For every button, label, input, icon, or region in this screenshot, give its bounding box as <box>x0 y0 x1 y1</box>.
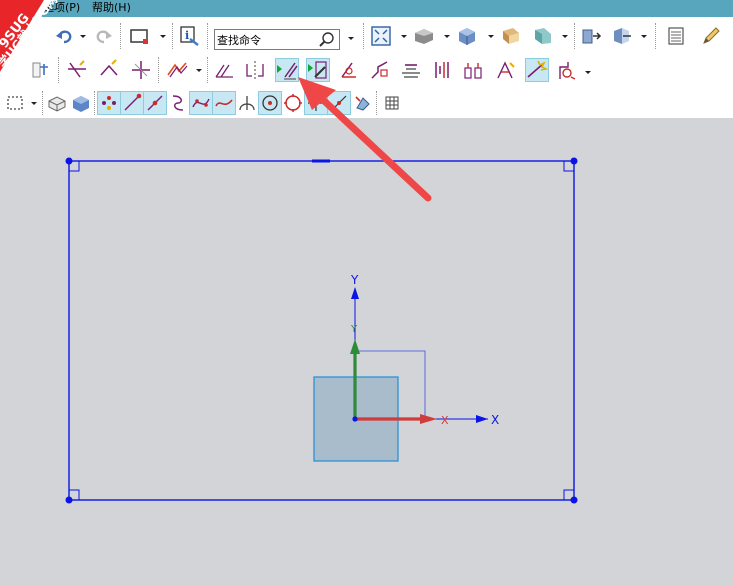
intersection-point-icon[interactable] <box>306 58 330 82</box>
datum-axis-x-arrow <box>476 415 488 423</box>
snap-tangent-icon[interactable] <box>351 92 373 114</box>
show-constraints-icon[interactable] <box>495 59 517 81</box>
frame-handle-bottom-left[interactable] <box>65 496 73 504</box>
background-icon[interactable] <box>500 25 522 47</box>
mirror-curve-icon[interactable] <box>244 59 266 81</box>
triad-x-label: X <box>441 414 449 427</box>
select-dropdown[interactable] <box>159 25 166 47</box>
toolbar-separator <box>207 23 208 49</box>
toolbar-separator <box>42 91 43 115</box>
cube-view-icon[interactable] <box>456 25 478 47</box>
snap-arc-center-icon[interactable] <box>236 92 258 114</box>
snap-endpoint-icon[interactable] <box>120 91 144 115</box>
roles-icon[interactable] <box>665 25 687 47</box>
redo-icon[interactable] <box>92 25 114 47</box>
toolbar-separator <box>94 91 95 115</box>
graphics-area[interactable]: Y Y X X <box>0 118 733 585</box>
svg-text:i: i <box>185 29 189 42</box>
triad-y-arrow <box>350 339 360 354</box>
snap-intersection-icon[interactable] <box>189 91 213 115</box>
sketch-tools-dropdown[interactable] <box>584 61 591 83</box>
magnifier-icon[interactable] <box>318 31 336 49</box>
frame-handle-top-left[interactable] <box>65 157 73 165</box>
orient-view-icon[interactable] <box>610 25 632 47</box>
toolbar-row-standard: i <box>0 21 733 51</box>
derived-line-icon[interactable] <box>275 58 299 82</box>
offset-dropdown[interactable] <box>195 59 202 81</box>
command-search-box[interactable] <box>214 29 340 50</box>
snap-on-curve-icon[interactable] <box>282 92 304 114</box>
snap-bounded-icon[interactable] <box>327 91 351 115</box>
snap-control-icon[interactable] <box>167 92 189 114</box>
sketch-pencil-icon[interactable] <box>700 25 722 47</box>
snap-surface-icon[interactable] <box>304 91 328 115</box>
search-dropdown[interactable] <box>347 27 354 49</box>
view-dropdown[interactable] <box>487 25 494 47</box>
datum-axis-y-arrow <box>351 287 359 299</box>
selection-dropdown[interactable] <box>30 92 37 114</box>
auto-constrain-icon[interactable] <box>525 58 549 82</box>
datum-axis-x-label: X <box>491 413 499 427</box>
rectangle-select-icon[interactable] <box>128 25 150 47</box>
watermark-logo: 9SUG 学UG就上UG网 <box>0 0 60 80</box>
csys-origin[interactable] <box>352 416 358 422</box>
selection-filter-icon[interactable] <box>4 92 26 114</box>
toolbar-separator <box>363 23 364 49</box>
toolbar-separator <box>655 23 656 49</box>
toolbar-separator <box>574 23 575 49</box>
part-navigator-icon[interactable] <box>580 25 602 47</box>
constraint-icon[interactable] <box>431 59 453 81</box>
triad-y-label: Y <box>350 324 358 335</box>
snap-quadrant-icon[interactable] <box>258 91 282 115</box>
toolbar-row-sketch-tools <box>0 55 733 85</box>
fit-view-dropdown[interactable] <box>400 25 407 47</box>
grid-icon[interactable] <box>380 92 402 114</box>
layer-dropdown[interactable] <box>561 25 568 47</box>
dimension-icon[interactable] <box>462 59 484 81</box>
render-dropdown[interactable] <box>443 25 450 47</box>
view-wireframe-icon[interactable] <box>46 92 68 114</box>
information-icon[interactable]: i <box>178 25 200 47</box>
undo-dropdown[interactable] <box>79 25 86 47</box>
toolbar-row-selection <box>0 89 733 117</box>
toolbar-separator <box>158 57 159 83</box>
toolbar-area: i <box>0 17 733 118</box>
view-shaded-icon[interactable] <box>70 92 92 114</box>
snap-curve-icon[interactable] <box>212 91 236 115</box>
menu-item-help[interactable]: 帮助(H) <box>92 0 131 17</box>
project-curve-icon[interactable] <box>338 59 360 81</box>
datum-axis-y-label: Y <box>350 273 359 287</box>
layer-icon[interactable] <box>532 25 554 47</box>
convert-reference-icon[interactable] <box>556 59 578 81</box>
toolbar-separator <box>120 23 121 49</box>
snap-midpoint-icon[interactable] <box>143 91 167 115</box>
trim-recipe-icon[interactable] <box>130 59 152 81</box>
chamfer-icon[interactable] <box>400 59 422 81</box>
snap-points-icon[interactable] <box>97 91 121 115</box>
toolbar-separator <box>207 57 208 83</box>
render-style-icon[interactable] <box>413 25 435 47</box>
make-corner-icon[interactable] <box>98 59 120 81</box>
toolbar-separator <box>376 91 377 115</box>
triad-x-arrow <box>420 414 437 424</box>
menu-bar: () 首选项(P) 帮助(H) <box>0 0 733 17</box>
toolbar-separator <box>172 23 173 49</box>
offset-curve-icon[interactable] <box>166 59 188 81</box>
frame-handle-bottom-right[interactable] <box>570 496 578 504</box>
frame-handle-top-right[interactable] <box>570 157 578 165</box>
command-search-input[interactable] <box>217 31 313 48</box>
fit-view-icon[interactable] <box>370 25 392 47</box>
pattern-curve-icon[interactable] <box>213 59 235 81</box>
fillet-icon[interactable] <box>369 59 391 81</box>
orient-dropdown[interactable] <box>640 25 647 47</box>
